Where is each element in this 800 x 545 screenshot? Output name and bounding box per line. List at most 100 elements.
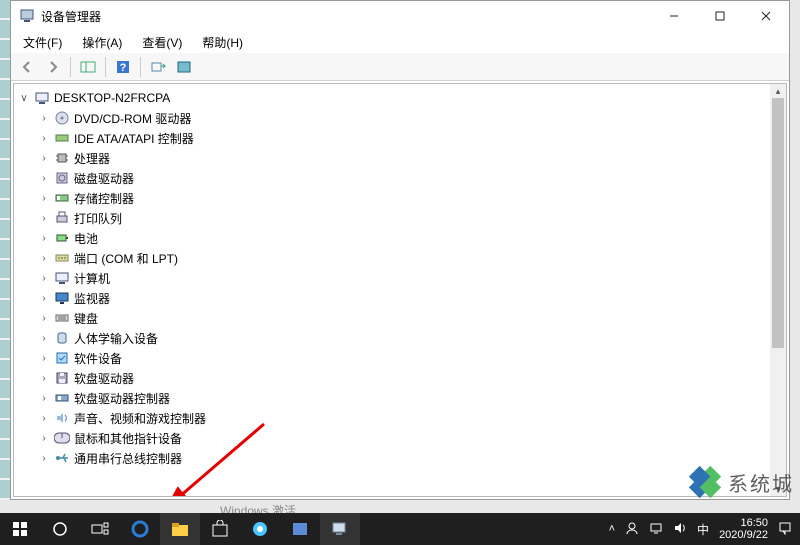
titlebar[interactable]: 设备管理器 [11, 1, 789, 31]
tree-item[interactable]: ›声音、视频和游戏控制器 [14, 408, 770, 428]
tree-item[interactable]: ›存储控制器 [14, 188, 770, 208]
expand-icon[interactable]: › [38, 412, 50, 424]
tree-item-label: 鼠标和其他指针设备 [74, 430, 182, 447]
tree-item[interactable]: ›软盘驱动器控制器 [14, 388, 770, 408]
tray-chevron-up-icon[interactable]: ˄ [609, 523, 615, 535]
tree-item[interactable]: ›电池 [14, 228, 770, 248]
expand-icon[interactable]: › [38, 172, 50, 184]
forward-button[interactable] [41, 55, 65, 79]
tree-item[interactable]: › 键盘 [14, 308, 770, 328]
taskbar-app-store[interactable] [200, 513, 240, 545]
tree-item-label: 人体学输入设备 [74, 330, 158, 347]
tree-root[interactable]: ∨ DESKTOP-N2FRCPA [14, 88, 770, 108]
task-view-button[interactable] [80, 513, 120, 545]
expand-icon[interactable]: › [38, 232, 50, 244]
menu-action[interactable]: 操作(A) [76, 32, 128, 53]
tray-people-icon[interactable] [625, 521, 639, 538]
pc-icon [54, 270, 70, 286]
expand-icon[interactable]: › [38, 292, 50, 304]
expand-icon[interactable]: › [38, 432, 50, 444]
tray-network-icon[interactable] [649, 521, 663, 538]
tree-item-label: 端口 (COM 和 LPT) [74, 250, 178, 267]
tree-item-label: 软件设备 [74, 350, 122, 367]
tray-volume-icon[interactable] [673, 521, 687, 538]
expand-icon[interactable]: › [38, 272, 50, 284]
tree-item[interactable]: ›监视器 [14, 288, 770, 308]
collapse-icon[interactable]: ∨ [18, 92, 30, 104]
device-manager-window: 设备管理器 文件(F) 操作(A) 查看(V) 帮助(H) ? ∨ DESKTO… [10, 0, 790, 500]
tree-item[interactable]: ›DVD/CD-ROM 驱动器 [14, 108, 770, 128]
back-button[interactable] [15, 55, 39, 79]
cortana-button[interactable] [40, 513, 80, 545]
taskbar-app-browser[interactable] [240, 513, 280, 545]
menu-file[interactable]: 文件(F) [17, 32, 68, 53]
software-icon [54, 350, 70, 366]
start-button[interactable] [0, 513, 40, 545]
tree-item-label: 键盘 [74, 310, 98, 327]
tree-item[interactable]: › 端口 (COM 和 LPT) [14, 248, 770, 268]
tree-item-label: IDE ATA/ATAPI 控制器 [74, 130, 194, 147]
cpu-icon [54, 150, 70, 166]
scroll-up-button[interactable]: ▴ [770, 84, 786, 98]
scan-hardware-button[interactable] [146, 55, 170, 79]
tree-item[interactable]: › 处理器 [14, 148, 770, 168]
tree-item[interactable]: ›通用串行总线控制器 [14, 448, 770, 468]
minimize-button[interactable] [651, 1, 697, 31]
tree-item[interactable]: ›计算机 [14, 268, 770, 288]
tree-item[interactable]: ›软盘驱动器 [14, 368, 770, 388]
expand-icon[interactable]: › [38, 212, 50, 224]
expand-icon[interactable]: › [38, 352, 50, 364]
toolbar-divider [105, 57, 106, 77]
expand-icon[interactable]: › [38, 392, 50, 404]
expand-icon[interactable]: › [38, 252, 50, 264]
toolbar: ? [11, 53, 789, 81]
taskbar-app-device-manager[interactable] [320, 513, 360, 545]
expand-icon[interactable]: › [38, 332, 50, 344]
taskbar[interactable]: ˄ 中 16:50 2020/9/22 [0, 513, 800, 545]
tray-ime-icon[interactable]: 中 [697, 521, 709, 538]
help-button[interactable]: ? [111, 55, 135, 79]
close-button[interactable] [743, 1, 789, 31]
show-hide-console-tree-button[interactable] [76, 55, 100, 79]
tree-item[interactable]: › 鼠标和其他指针设备 [14, 428, 770, 448]
watermark-logo-icon [686, 463, 724, 501]
vertical-scrollbar[interactable]: ▴ ▾ [770, 84, 786, 496]
maximize-button[interactable] [697, 1, 743, 31]
expand-icon[interactable]: › [38, 452, 50, 464]
expand-icon[interactable]: › [38, 132, 50, 144]
keyboard-icon [54, 310, 70, 326]
app-icon [19, 8, 35, 24]
toolbar-divider [140, 57, 141, 77]
system-tray[interactable]: ˄ 中 16:50 2020/9/22 [601, 517, 800, 541]
taskbar-app-generic[interactable] [280, 513, 320, 545]
menu-view[interactable]: 查看(V) [136, 32, 188, 53]
mouse-icon [54, 430, 70, 446]
taskbar-clock[interactable]: 16:50 2020/9/22 [719, 517, 768, 541]
expand-icon[interactable]: › [38, 312, 50, 324]
window-title: 设备管理器 [41, 8, 101, 25]
port-icon [54, 250, 70, 266]
floppyctl-icon [54, 390, 70, 406]
tree-item[interactable]: › 软件设备 [14, 348, 770, 368]
expand-icon[interactable]: › [38, 192, 50, 204]
watermark: 系统城 [686, 463, 794, 501]
tree-item[interactable]: › IDE ATA/ATAPI 控制器 [14, 128, 770, 148]
scroll-thumb[interactable] [772, 98, 784, 348]
floppy-icon [54, 370, 70, 386]
tree-item[interactable]: › 人体学输入设备 [14, 328, 770, 348]
battery-icon [54, 230, 70, 246]
tree-item-label: 处理器 [74, 150, 110, 167]
tree-item[interactable]: ›磁盘驱动器 [14, 168, 770, 188]
menu-help[interactable]: 帮助(H) [196, 32, 249, 53]
taskbar-app-edge[interactable] [120, 513, 160, 545]
storage-icon [54, 190, 70, 206]
properties-button[interactable] [172, 55, 196, 79]
taskbar-app-explorer[interactable] [160, 513, 200, 545]
monitor-icon [54, 290, 70, 306]
expand-icon[interactable]: › [38, 372, 50, 384]
expand-icon[interactable]: › [38, 112, 50, 124]
expand-icon[interactable]: › [38, 152, 50, 164]
tray-notifications-icon[interactable] [778, 521, 792, 538]
device-tree[interactable]: ∨ DESKTOP-N2FRCPA ›DVD/CD-ROM 驱动器›IDE AT… [14, 84, 770, 496]
tree-item[interactable]: ›打印队列 [14, 208, 770, 228]
